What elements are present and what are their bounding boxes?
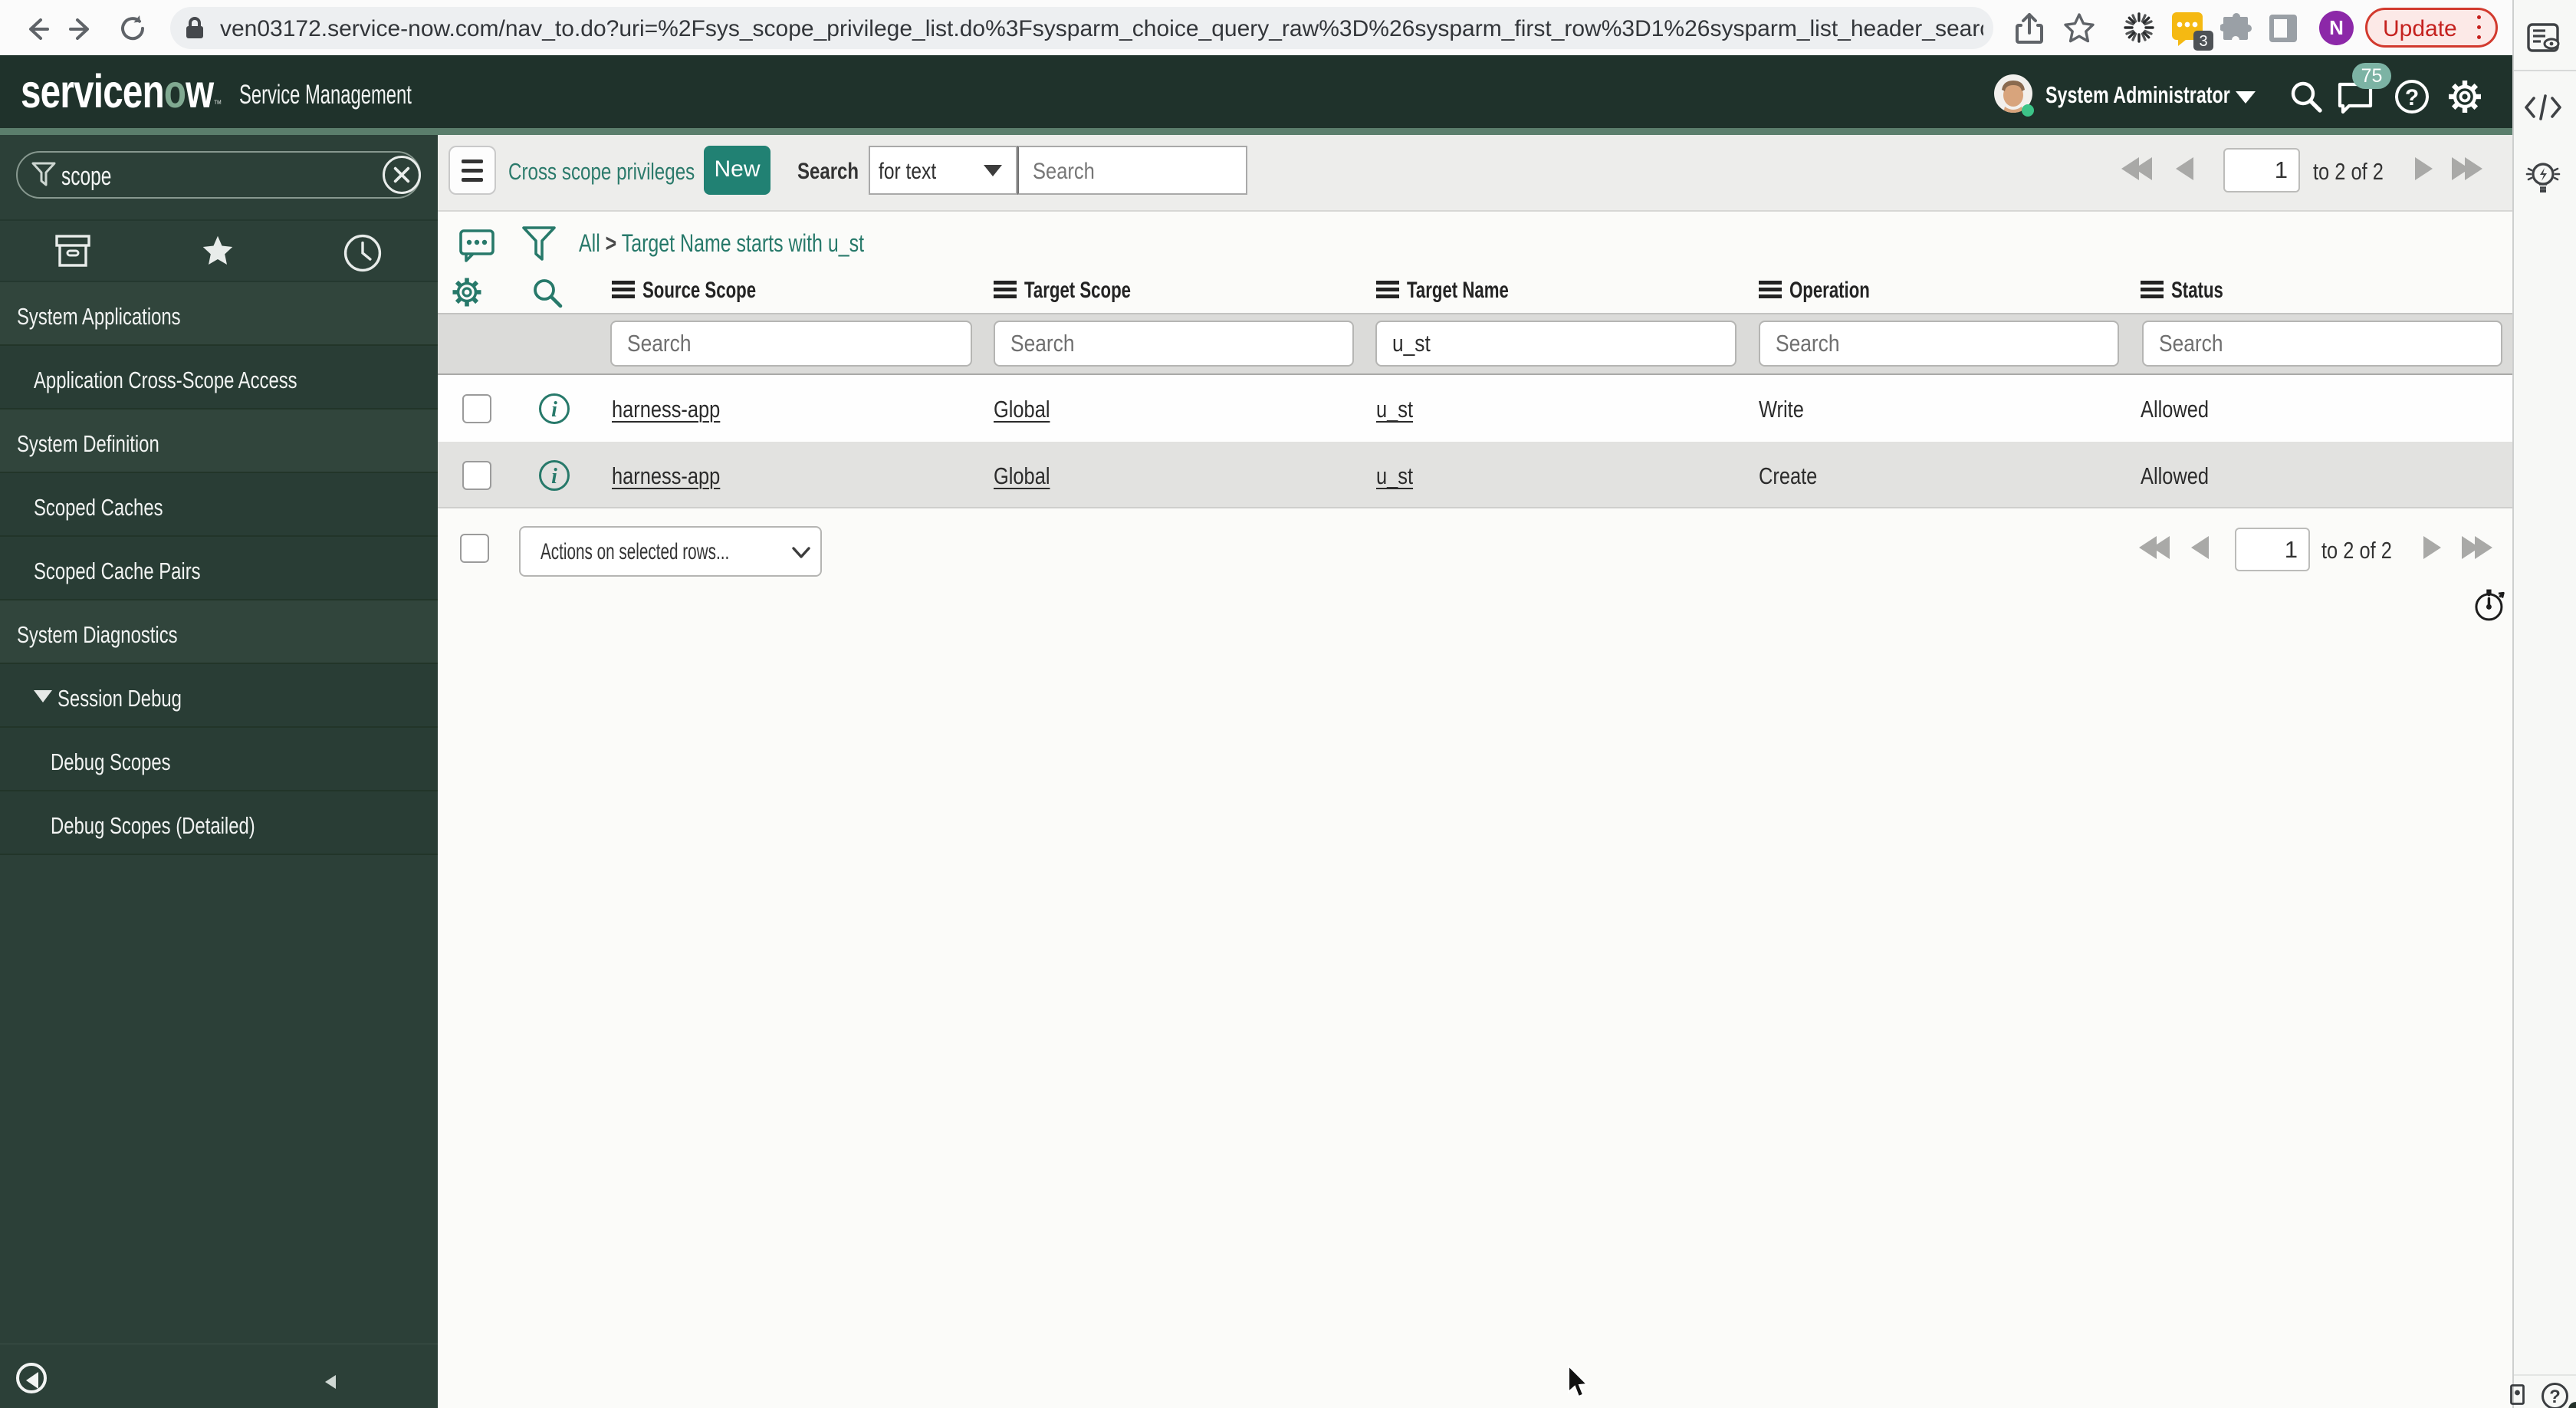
svg-text:3: 3 — [2199, 33, 2207, 50]
